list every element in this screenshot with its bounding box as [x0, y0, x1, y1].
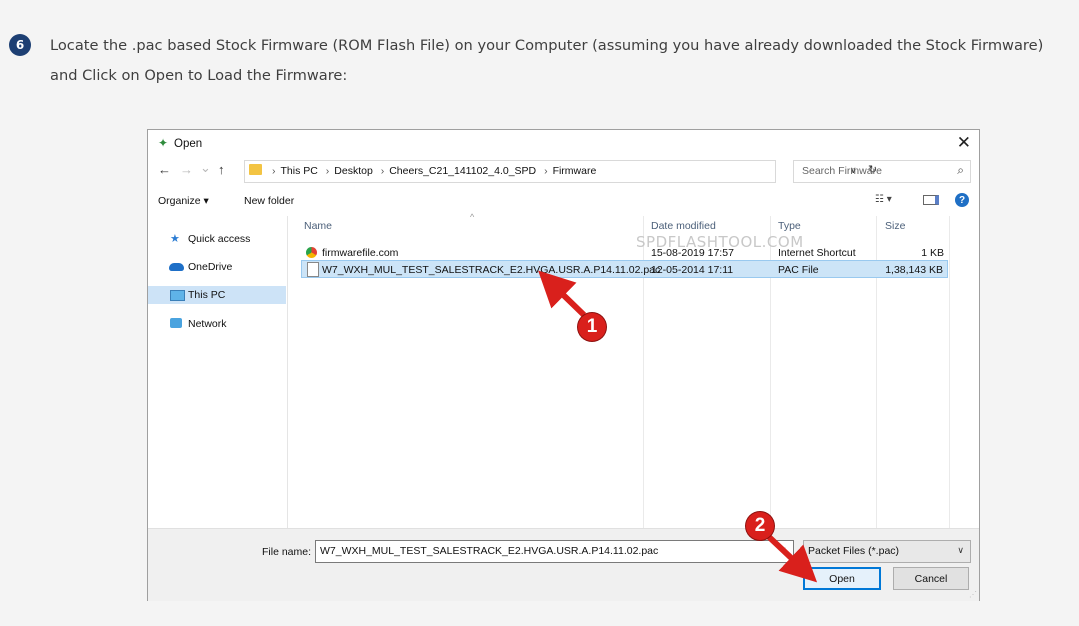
recent-locations-icon[interactable]: ⌄	[200, 160, 211, 176]
computer-icon	[170, 290, 185, 301]
preview-pane-icon[interactable]	[923, 195, 939, 205]
file-type: PAC File	[778, 264, 819, 276]
new-folder-button[interactable]: New folder	[244, 195, 294, 207]
forward-arrow-icon[interactable]: →	[180, 162, 193, 177]
sidebar-item-quick-access[interactable]: ★ Quick access	[148, 230, 286, 248]
breadcrumb-separator: ›	[272, 165, 276, 177]
file-name-field[interactable]: W7_WXH_MUL_TEST_SALESTRACK_E2.HVGA.USR.A…	[315, 540, 794, 563]
sidebar-item-this-pc[interactable]: This PC	[148, 286, 286, 304]
organize-button[interactable]: Organize ▾	[158, 195, 209, 207]
file-row-selected[interactable]: W7_WXH_MUL_TEST_SALESTRACK_E2.HVGA.USR.A…	[301, 260, 948, 278]
breadcrumb-separator: ›	[380, 165, 385, 177]
app-icon: ✦	[158, 136, 169, 150]
file-list: ^ Name Date modified Type Size firmwaref…	[288, 212, 978, 528]
dialog-title: Open	[174, 138, 203, 150]
dialog-titlebar: ✦ Open ✕	[148, 130, 979, 158]
sort-indicator-icon: ^	[470, 212, 475, 222]
column-divider[interactable]	[949, 216, 950, 528]
column-header-date[interactable]: Date modified	[651, 220, 716, 232]
breadcrumb-item[interactable]: Desktop	[334, 165, 373, 177]
cloud-icon	[169, 263, 184, 271]
search-input[interactable]: Search Firmware ⌕	[793, 160, 971, 183]
file-name-label: File name:	[262, 546, 312, 558]
command-toolbar: Organize ▾ New folder ☷ ▾ ?	[148, 190, 979, 212]
column-header-type[interactable]: Type	[778, 220, 801, 232]
step-instruction: Locate the .pac based Stock Firmware (RO…	[50, 37, 1044, 84]
breadcrumb-separator: ›	[325, 165, 330, 177]
change-view-icon[interactable]: ☷ ▾	[875, 194, 892, 205]
file-icon	[307, 262, 319, 277]
network-icon	[170, 318, 182, 328]
open-button[interactable]: Open	[803, 567, 881, 590]
annotation-callout-1: 1	[578, 313, 606, 341]
sidebar-item-label: Network	[188, 318, 227, 330]
file-type-value: Packet Files (*.pac)	[808, 545, 900, 557]
navigation-bar: ← → ⌄ ↑ › This PC › Desktop › Cheers_C21_14…	[148, 160, 979, 184]
chevron-down-icon[interactable]: ∨	[780, 545, 787, 556]
breadcrumb-item[interactable]: Firmware	[553, 165, 597, 177]
address-bar[interactable]: › This PC › Desktop › Cheers_C21_141102_4.0…	[244, 160, 776, 183]
open-file-dialog: ✦ Open ✕ ← → ⌄ ↑ › This PC › Desktop › Chee…	[147, 129, 980, 601]
close-button[interactable]: ✕	[957, 133, 971, 153]
column-header-name[interactable]: Name	[304, 220, 332, 232]
chrome-icon	[306, 247, 317, 258]
breadcrumb-item[interactable]: Cheers_C21_141102_4.0_SPD	[389, 165, 536, 177]
step-number-badge: 6	[9, 34, 31, 56]
help-icon[interactable]: ?	[955, 193, 969, 207]
chevron-down-icon: ∨	[957, 545, 964, 555]
search-placeholder: Search Firmware	[802, 165, 882, 177]
search-icon: ⌕	[957, 163, 964, 177]
breadcrumb-separator: ›	[544, 165, 548, 177]
file-name: firmwarefile.com	[322, 247, 399, 259]
resize-grip-icon[interactable]: ⋰	[969, 590, 977, 599]
breadcrumb: › This PC › Desktop › Cheers_C21_141102_4.0…	[267, 165, 596, 177]
cancel-button[interactable]: Cancel	[893, 567, 969, 590]
navigation-pane: ★ Quick access OneDrive This PC Network	[148, 216, 286, 528]
sidebar-item-label: This PC	[188, 289, 226, 301]
file-type-select[interactable]: Packet Files (*.pac) ∨	[803, 540, 971, 563]
dialog-footer: File name: W7_WXH_MUL_TEST_SALESTRACK_E2…	[148, 528, 979, 601]
watermark: SPDFLASHTOOL.COM	[636, 233, 804, 251]
file-size: 1,38,143 KB	[885, 264, 943, 276]
sidebar-item-label: Quick access	[188, 233, 251, 245]
file-name-value: W7_WXH_MUL_TEST_SALESTRACK_E2.HVGA.USR.A…	[320, 545, 659, 557]
folder-icon	[249, 164, 262, 175]
star-icon: ★	[170, 233, 180, 245]
file-date: 12-05-2014 17:11	[651, 264, 734, 276]
breadcrumb-item[interactable]: This PC	[281, 165, 318, 177]
file-name: W7_WXH_MUL_TEST_SALESTRACK_E2.HVGA.USR.A…	[322, 264, 661, 276]
annotation-callout-2: 2	[746, 512, 774, 540]
sidebar-item-onedrive[interactable]: OneDrive	[148, 258, 286, 276]
file-size: 1 KB	[921, 247, 944, 259]
up-arrow-icon[interactable]: ↑	[218, 162, 225, 177]
back-arrow-icon[interactable]: ←	[158, 162, 171, 177]
column-header-size[interactable]: Size	[885, 220, 905, 232]
sidebar-item-network[interactable]: Network	[148, 315, 286, 333]
sidebar-item-label: OneDrive	[188, 261, 233, 273]
